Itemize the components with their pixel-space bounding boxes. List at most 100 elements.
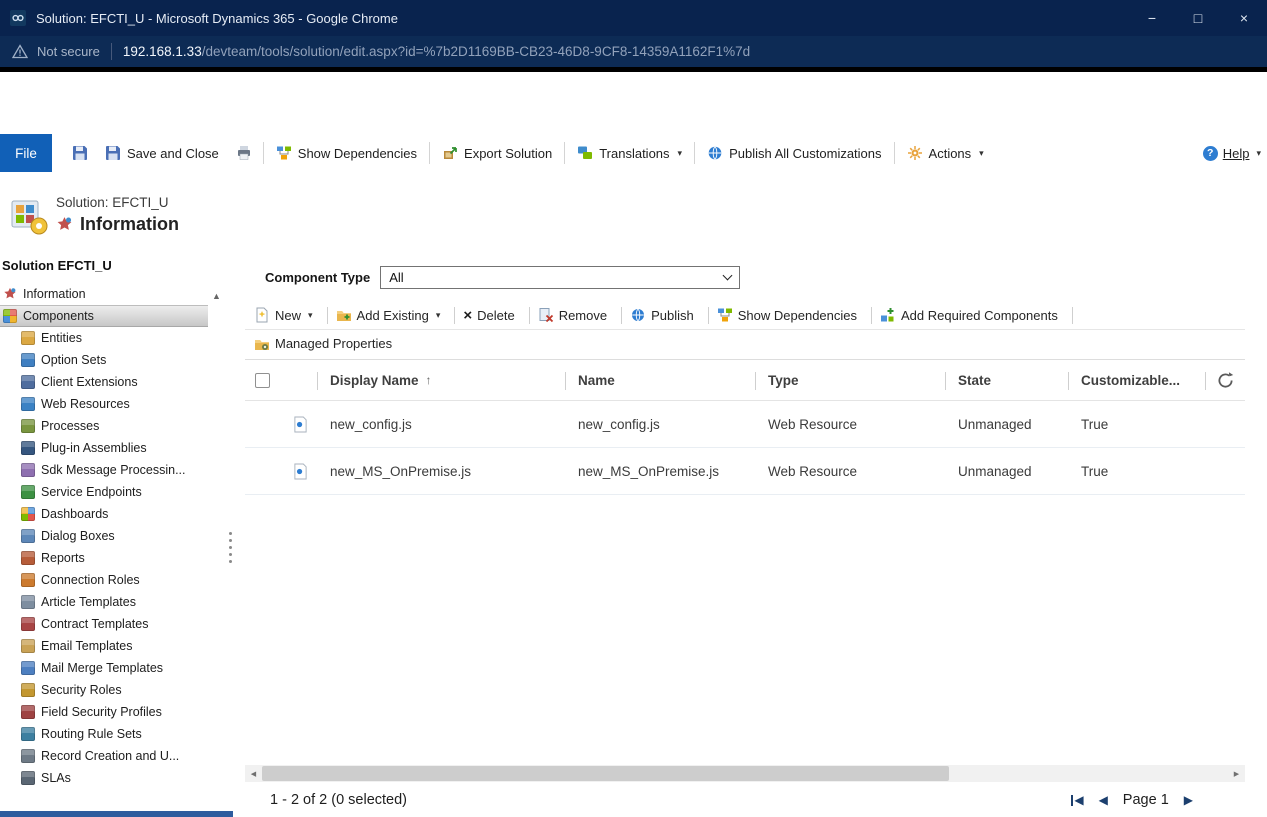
sidebar-item-components[interactable]: Components — [0, 305, 208, 327]
components-pane: Component Type All New ▾ Add Existing ▾ … — [245, 262, 1245, 817]
first-page-button[interactable]: ◀ — [1071, 793, 1083, 807]
table-row[interactable]: new_config.js new_config.js Web Resource… — [245, 401, 1245, 448]
actions-button[interactable]: Actions ▾ — [898, 139, 993, 167]
sidebar-item-entities[interactable]: Entities — [0, 327, 208, 349]
show-dependencies-label: Show Dependencies — [298, 146, 417, 161]
sidebar-item-information[interactable]: Information — [0, 283, 208, 305]
sdk-message-processing-icon — [21, 463, 35, 477]
delete-button[interactable]: × Delete — [460, 308, 523, 323]
remove-button[interactable]: Remove — [535, 307, 616, 323]
sidebar-item-option-sets[interactable]: Option Sets — [0, 349, 208, 371]
not-secure-label[interactable]: Not secure — [37, 44, 100, 59]
scroll-left-button[interactable]: ◀ — [245, 765, 262, 782]
add-existing-button[interactable]: Add Existing ▾ — [333, 307, 450, 323]
url-path[interactable]: /devteam/tools/solution/edit.aspx?id=%7b… — [202, 44, 750, 59]
table-row[interactable]: new_MS_OnPremise.js new_MS_OnPremise.js … — [245, 448, 1245, 495]
pagination: ◀ ◀ Page 1 ▶ — [1071, 792, 1245, 808]
sidebar-item-dialog-boxes[interactable]: Dialog Boxes — [0, 525, 208, 547]
show-dependencies-button[interactable]: Show Dependencies — [267, 139, 426, 167]
publish-button[interactable]: Publish — [627, 307, 703, 323]
url-host[interactable]: 192.168.1.33 — [123, 44, 202, 59]
slas-icon — [21, 771, 35, 785]
scrollbar-thumb[interactable] — [262, 766, 949, 781]
sidebar-item-field-security-profiles[interactable]: Field Security Profiles — [0, 701, 208, 723]
component-type-select[interactable]: All — [380, 266, 740, 289]
next-page-button[interactable]: ▶ — [1184, 793, 1193, 807]
sidebar-splitter[interactable] — [226, 256, 236, 817]
record-count: 1 - 2 of 2 (0 selected) — [270, 792, 407, 808]
sidebar-item-connection-roles[interactable]: Connection Roles — [0, 569, 208, 591]
column-header-state[interactable]: State — [945, 360, 1068, 400]
add-existing-icon — [336, 307, 352, 323]
sidebar-item-web-resources[interactable]: Web Resources — [0, 393, 208, 415]
translations-button[interactable]: Translations ▾ — [568, 139, 691, 167]
refresh-button[interactable] — [1205, 360, 1245, 400]
cell-display-name[interactable]: new_config.js — [317, 417, 565, 432]
export-solution-button[interactable]: Export Solution — [433, 139, 561, 167]
help-button[interactable]: ? Help ▾ — [1203, 146, 1261, 161]
sidebar-item-processes[interactable]: Processes — [0, 415, 208, 437]
sidebar-item-reports[interactable]: Reports — [0, 547, 208, 569]
horizontal-scrollbar[interactable]: ◀ ▶ — [245, 765, 1245, 782]
chevron-down-icon: ▾ — [1256, 148, 1261, 159]
sidebar-item-routing-rule-sets[interactable]: Routing Rule Sets — [0, 723, 208, 745]
solution-sidebar: Solution EFCTI_U Information Components … — [0, 256, 208, 809]
file-tab[interactable]: File — [0, 134, 52, 172]
sidebar-item-article-templates[interactable]: Article Templates — [0, 591, 208, 613]
save-button[interactable] — [64, 139, 96, 167]
sidebar-item-sdk-message-processing-steps[interactable]: Sdk Message Processin... — [0, 459, 208, 481]
sidebar-item-mail-merge-templates[interactable]: Mail Merge Templates — [0, 657, 208, 679]
sidebar-item-service-endpoints[interactable]: Service Endpoints — [0, 481, 208, 503]
new-button[interactable]: New ▾ — [251, 307, 322, 323]
solution-breadcrumb: Solution: EFCTI_U — [56, 195, 179, 210]
remove-label: Remove — [559, 308, 607, 323]
plug-in-assemblies-icon — [21, 441, 35, 455]
sidebar-item-client-extensions[interactable]: Client Extensions — [0, 371, 208, 393]
column-header-customizable[interactable]: Customizable... — [1068, 360, 1205, 400]
sidebar-item-label: Reports — [41, 551, 85, 565]
component-type-row: Component Type All — [265, 266, 1245, 289]
save-icon — [72, 145, 88, 161]
sidebar-item-label: Information — [23, 287, 86, 301]
print-button[interactable] — [228, 139, 260, 167]
sidebar-item-dashboards[interactable]: Dashboards — [0, 503, 208, 525]
page-label: Page 1 — [1123, 792, 1169, 808]
sidebar-scroll-up-button[interactable]: ▲ — [212, 291, 221, 301]
sidebar-item-security-roles[interactable]: Security Roles — [0, 679, 208, 701]
information-icon — [3, 287, 17, 301]
column-header-display-name[interactable]: Display Name ↑ — [317, 360, 565, 400]
cell-display-name[interactable]: new_MS_OnPremise.js — [317, 464, 565, 479]
address-bar[interactable]: Not secure 192.168.1.33 /devteam/tools/s… — [0, 36, 1267, 67]
sidebar-item-slas[interactable]: SLAs — [0, 767, 208, 789]
grid-status-bar: 1 - 2 of 2 (0 selected) ◀ ◀ Page 1 ▶ — [245, 783, 1245, 817]
show-dependencies-button[interactable]: Show Dependencies — [714, 307, 866, 323]
help-icon: ? — [1203, 146, 1218, 161]
column-header-type[interactable]: Type — [755, 360, 945, 400]
managed-properties-button[interactable]: Managed Properties — [251, 336, 401, 352]
chevron-down-icon: ▾ — [678, 148, 683, 159]
scroll-right-button[interactable]: ▶ — [1228, 765, 1245, 782]
app-icon — [10, 10, 26, 26]
maximize-button[interactable]: □ — [1175, 0, 1221, 36]
sidebar-item-email-templates[interactable]: Email Templates — [0, 635, 208, 657]
browser-content-divider — [0, 67, 1267, 72]
column-header-name[interactable]: Name — [565, 360, 755, 400]
add-required-components-label: Add Required Components — [901, 308, 1058, 323]
previous-page-button[interactable]: ◀ — [1099, 793, 1108, 807]
option-sets-icon — [21, 353, 35, 367]
minimize-button[interactable]: − — [1129, 0, 1175, 36]
scrollbar-track[interactable] — [262, 765, 1228, 782]
add-required-components-button[interactable]: Add Required Components — [877, 307, 1067, 323]
processes-icon — [21, 419, 35, 433]
sidebar-item-contract-templates[interactable]: Contract Templates — [0, 613, 208, 635]
new-label: New — [275, 308, 301, 323]
browser-titlebar: Solution: EFCTI_U - Microsoft Dynamics 3… — [0, 0, 1267, 36]
sidebar-item-record-creation-rules[interactable]: Record Creation and U... — [0, 745, 208, 767]
entities-icon — [21, 331, 35, 345]
close-button[interactable]: × — [1221, 0, 1267, 36]
publish-all-customizations-button[interactable]: Publish All Customizations — [698, 139, 890, 167]
sidebar-item-label: Components — [23, 309, 94, 323]
save-and-close-button[interactable]: Save and Close — [96, 139, 228, 167]
select-all-checkbox[interactable] — [255, 373, 270, 388]
sidebar-item-plug-in-assemblies[interactable]: Plug-in Assemblies — [0, 437, 208, 459]
